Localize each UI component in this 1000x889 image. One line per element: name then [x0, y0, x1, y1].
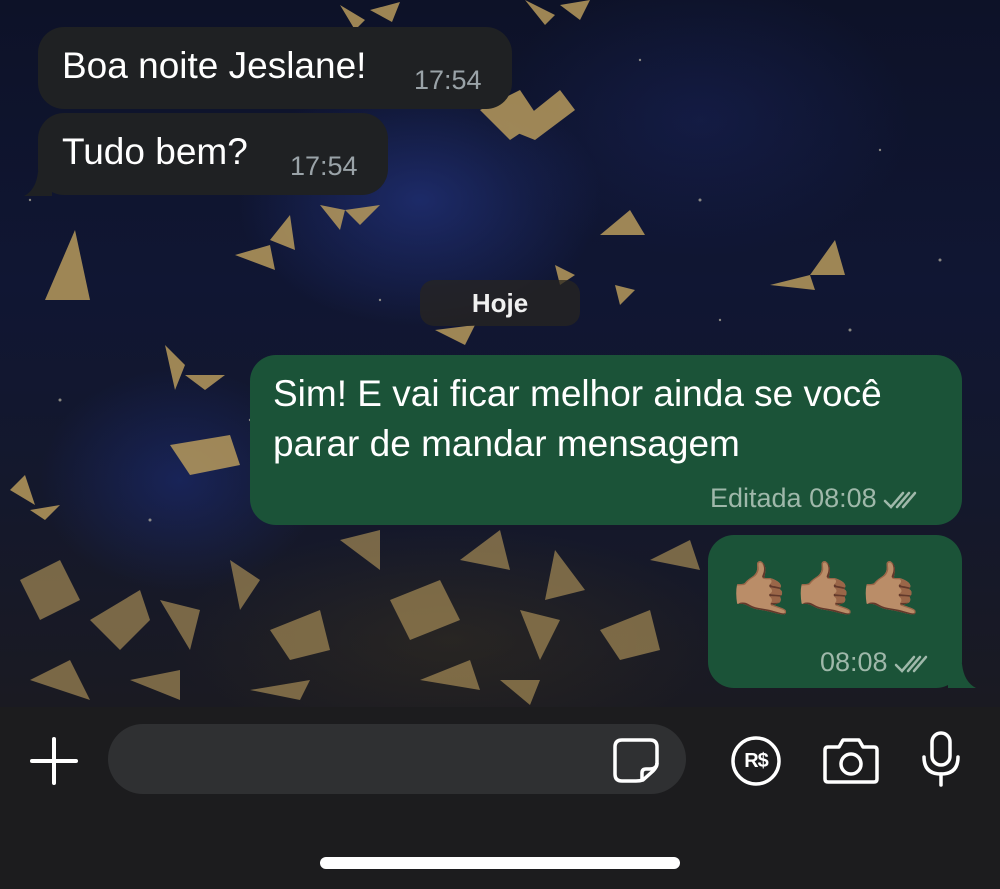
- currency-label: R$: [744, 750, 769, 772]
- bubble-tail: [948, 664, 976, 688]
- payment-button[interactable]: R$: [730, 735, 782, 787]
- message-text: Tudo bem?: [62, 131, 248, 172]
- message-text: Boa noite Jeslane!: [62, 45, 367, 86]
- read-receipt-icon: [883, 491, 916, 509]
- message-status: 08:08: [820, 647, 932, 678]
- chat-background: Boa noite Jeslane! 17:54 Tudo bem? 17:54…: [0, 0, 1000, 707]
- plus-icon[interactable]: [28, 735, 80, 787]
- camera-icon[interactable]: [822, 735, 880, 785]
- home-indicator[interactable]: [320, 857, 680, 869]
- read-receipt-icon: [894, 655, 927, 673]
- emoji-message: 🤙🏽🤙🏽🤙🏽: [730, 560, 925, 618]
- edited-timestamp: Editada 08:08: [710, 483, 877, 513]
- message-text-line-2: parar de mandar mensagem: [273, 423, 740, 464]
- date-divider: Hoje: [420, 280, 580, 326]
- message-time: 17:54: [290, 151, 358, 181]
- message-time: 08:08: [820, 647, 888, 677]
- outgoing-message[interactable]: 🤙🏽🤙🏽🤙🏽 08:08: [708, 535, 962, 688]
- message-status: Editada 08:08: [710, 483, 921, 514]
- outgoing-message[interactable]: Sim! E vai ficar melhor ainda se você pa…: [250, 355, 962, 525]
- incoming-message[interactable]: Boa noite Jeslane! 17:54: [38, 27, 512, 109]
- microphone-icon[interactable]: [918, 730, 964, 788]
- incoming-message[interactable]: Tudo bem? 17:54: [38, 113, 388, 195]
- sticker-icon[interactable]: [612, 737, 660, 783]
- bubble-tail: [24, 172, 52, 196]
- message-time: 17:54: [414, 65, 482, 95]
- message-input[interactable]: [108, 724, 686, 794]
- message-text-line-1: Sim! E vai ficar melhor ainda se você: [273, 373, 882, 414]
